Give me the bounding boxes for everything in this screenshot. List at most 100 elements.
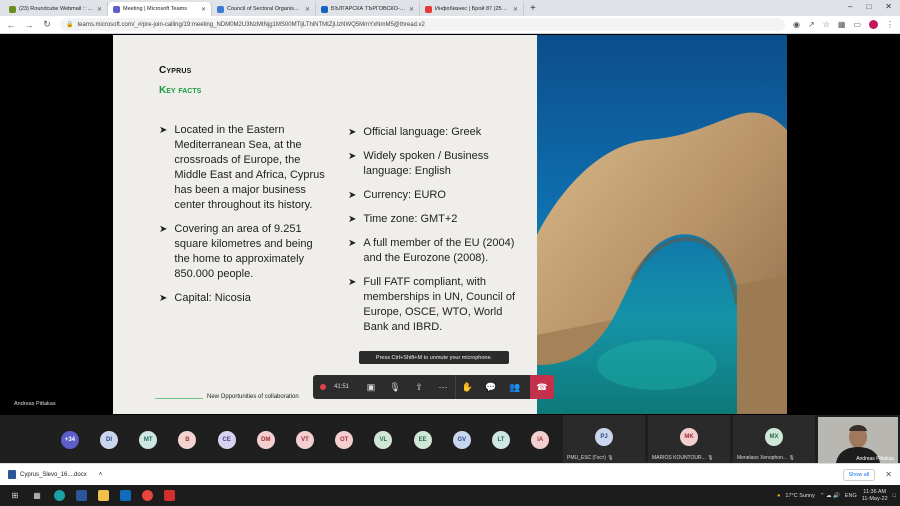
- participant-avatar[interactable]: OT: [335, 431, 354, 449]
- word-icon[interactable]: [70, 485, 92, 506]
- edge-icon[interactable]: [48, 485, 70, 506]
- participant-avatar[interactable]: DM: [256, 431, 275, 449]
- tab-title: Meeting | Microsoft Teams: [123, 6, 187, 12]
- self-name: Andreas Pittakas: [856, 456, 894, 462]
- notifications-icon[interactable]: □: [893, 493, 896, 499]
- meeting-timer: 41:51: [334, 384, 350, 390]
- file-explorer-icon[interactable]: [92, 485, 114, 506]
- task-view-icon[interactable]: ▦: [26, 485, 48, 506]
- participant-avatar[interactable]: MT: [139, 431, 158, 449]
- language-indicator[interactable]: ENG: [845, 493, 857, 499]
- browser-tab[interactable]: Council of Sectoral Organisation...✕: [212, 2, 316, 16]
- address-bar[interactable]: 🔒 teams.microsoft.com/_#/pre-join-callin…: [60, 18, 786, 31]
- tab-favicon-icon: [425, 5, 432, 13]
- forward-icon[interactable]: →: [24, 20, 34, 30]
- camera-icon[interactable]: ◉: [793, 20, 800, 29]
- bullet-text: Full FATF compliant, with memberships in…: [363, 276, 516, 333]
- maximize-icon[interactable]: □: [866, 2, 871, 11]
- acrobat-icon[interactable]: [158, 485, 180, 506]
- reload-icon[interactable]: ↻: [42, 19, 52, 30]
- share-screen-button[interactable]: ⇧: [407, 375, 431, 399]
- download-item[interactable]: Cyprus_Slevo_16....docx ˄: [8, 470, 102, 479]
- share-icon[interactable]: ↗: [808, 20, 815, 29]
- slide-right-column: ➤ Official language: Greek ➤ Widely spoken …: [348, 125, 528, 344]
- chrome-icon[interactable]: [136, 485, 158, 506]
- mic-muted-icon: 🎙: [788, 455, 795, 461]
- tab-favicon-icon: [217, 5, 224, 13]
- participant-avatar[interactable]: VT: [296, 431, 314, 449]
- windows-start-icon[interactable]: ⊞: [4, 485, 26, 506]
- overflow-participants-count[interactable]: +34: [61, 431, 79, 449]
- lock-icon: 🔒: [66, 22, 74, 28]
- slide-bullet: ➤ Located in the Eastern Mediterranean Se…: [159, 123, 329, 213]
- participant-name: Menelaos Xenophon... 🎙: [737, 455, 795, 461]
- weather-icon: ●: [777, 492, 781, 499]
- participants-button[interactable]: 👥: [503, 375, 527, 399]
- back-icon[interactable]: ←: [6, 20, 16, 30]
- camera-off-button[interactable]: ▣: [359, 375, 383, 399]
- arrow-bullet-icon: ➤: [348, 127, 357, 138]
- menu-icon[interactable]: ⋮: [886, 20, 894, 29]
- arrow-bullet-icon: ➤: [159, 125, 168, 136]
- sea-arch-photo: [537, 35, 787, 414]
- participant-name: MARIOS KOUNTOUR... 🎙: [652, 455, 714, 461]
- tab-favicon-icon: [321, 5, 328, 13]
- arrow-bullet-icon: ➤: [348, 214, 357, 225]
- bookmark-star-icon[interactable]: ☆: [823, 20, 830, 29]
- participant-avatar[interactable]: IA: [531, 431, 550, 449]
- tab-close-icon[interactable]: ✕: [513, 6, 518, 13]
- participant-avatar[interactable]: DI: [100, 431, 118, 449]
- slide-bullet: ➤ Capital: Nicosia: [159, 291, 329, 306]
- chat-button[interactable]: 💬: [479, 375, 503, 399]
- slide-subtitle: Key facts: [159, 85, 202, 96]
- browser-tab[interactable]: (23) Roundcube Webmail :: Inbox ✕: [4, 2, 108, 16]
- close-download-bar-icon[interactable]: ✕: [885, 470, 892, 479]
- arrow-bullet-icon: ➤: [159, 224, 168, 235]
- browser-tab[interactable]: БЪЛГАРСКА ТЪРГОВСКО-ПРОМ...✕: [316, 2, 420, 16]
- system-tray: ● 17°C Sunny ⌃ ☁ 🔊 ENG 11:36 AM 11-May-2…: [777, 489, 896, 503]
- weather-text[interactable]: 17°C Sunny: [785, 493, 814, 499]
- tab-close-icon[interactable]: ✕: [305, 6, 310, 13]
- mic-muted-button[interactable]: 🎙: [383, 375, 407, 399]
- participant-strip: +34 DI MT B CE DM VT OT VL EE GV LT IA PJ PMU_ESC (Гос…: [0, 415, 900, 463]
- more-actions-button[interactable]: ⋯: [431, 375, 455, 399]
- arrow-bullet-icon: ➤: [348, 238, 357, 249]
- participant-tile[interactable]: MX Menelaos Xenophon... 🎙: [733, 415, 815, 463]
- participant-avatar[interactable]: B: [178, 431, 197, 449]
- slide-bullet: ➤ Full FATF compliant, with memberships i…: [348, 275, 528, 335]
- participant-tile[interactable]: MK MARIOS KOUNTOUR... 🎙: [648, 415, 730, 463]
- close-window-icon[interactable]: ✕: [885, 2, 892, 11]
- tab-close-icon[interactable]: ✕: [201, 6, 206, 13]
- participant-avatar[interactable]: GV: [452, 431, 471, 449]
- tab-close-icon[interactable]: ✕: [409, 6, 414, 13]
- extensions-icon[interactable]: ▦: [838, 20, 846, 29]
- sidebar-icon[interactable]: ▭: [853, 20, 861, 29]
- presenter-name: Andreas Pittakas: [14, 401, 56, 407]
- profile-avatar[interactable]: [869, 20, 878, 29]
- unmute-tooltip: Press Ctrl+Shift+M to unmute your microp…: [359, 351, 509, 364]
- self-video-tile: Andreas Pittakas: [818, 417, 898, 463]
- participant-avatar[interactable]: CE: [217, 431, 236, 449]
- chevron-up-icon[interactable]: ˄: [99, 472, 103, 478]
- slide-bullet: ➤ Covering an area of 9.251 square kilome…: [159, 222, 329, 282]
- browser-tab[interactable]: Инфобизнес | Брой 87 (2591) - ...✕: [420, 2, 524, 16]
- tab-close-icon[interactable]: ✕: [97, 6, 102, 13]
- download-filename: Cyprus_Slevo_16....docx: [20, 471, 87, 478]
- participant-avatar[interactable]: VL: [374, 431, 393, 449]
- participant-avatar[interactable]: EE: [413, 431, 432, 449]
- new-tab-button[interactable]: +: [524, 2, 542, 16]
- clock[interactable]: 11:36 AM 11-May-22: [862, 489, 888, 503]
- participant-avatar[interactable]: LT: [492, 431, 510, 449]
- tray-icons[interactable]: ⌃ ☁ 🔊: [820, 493, 840, 499]
- browser-tab-strip: (23) Roundcube Webmail :: Inbox ✕ Meeting …: [0, 0, 900, 16]
- participant-avatar: PJ: [595, 428, 613, 446]
- participant-tile[interactable]: PJ PMU_ESC (Гост) 🎙: [563, 415, 645, 463]
- tab-title: Инфобизнес | Брой 87 (2591) - ...: [435, 6, 510, 12]
- arrow-bullet-icon: ➤: [348, 190, 357, 201]
- raise-hand-button[interactable]: ✋: [455, 375, 479, 399]
- leave-call-button[interactable]: ☎: [530, 375, 554, 399]
- show-all-button[interactable]: Show all: [842, 468, 876, 481]
- outlook-icon[interactable]: [114, 485, 136, 506]
- minimize-icon[interactable]: –: [848, 2, 852, 11]
- browser-tab[interactable]: Meeting | Microsoft Teams ✕: [108, 2, 212, 16]
